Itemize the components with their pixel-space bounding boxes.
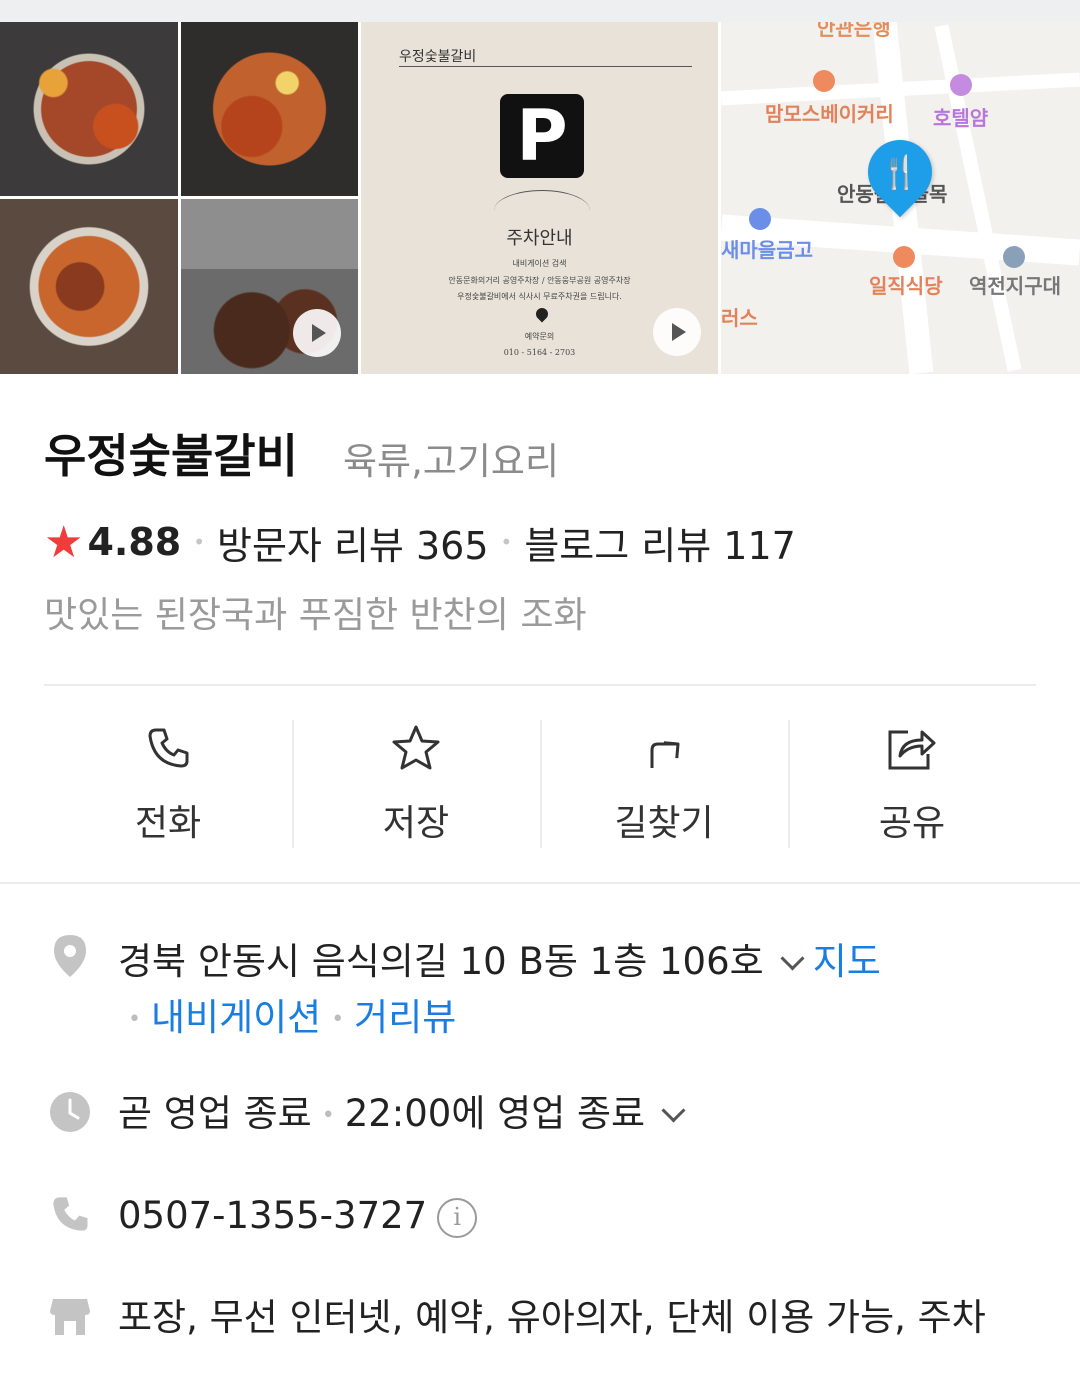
visitor-reviews-link[interactable]: 방문자 리뷰 365 (217, 515, 489, 570)
poster-title: 주차안내 (506, 228, 573, 249)
street-view-link[interactable]: 거리뷰 (354, 996, 456, 1039)
chevron-down-icon[interactable] (780, 946, 805, 971)
police-marker-icon (1003, 246, 1025, 268)
divider (0, 882, 1080, 884)
phone-number[interactable]: 0507-1355-3727 (118, 1194, 427, 1237)
star-outline-icon (392, 725, 440, 770)
phone-icon (148, 728, 189, 768)
parking-poster[interactable]: 우정숯불갈비 P 주차안내 내비게이션 검색 안동문화의거리 공영주차장 / 안… (361, 22, 718, 374)
play-icon[interactable] (293, 309, 341, 357)
parking-icon: P (500, 94, 584, 178)
map-label: 맘모스베이커리 (765, 102, 894, 126)
share-label: 공유 (878, 803, 946, 844)
food-photo-2[interactable] (181, 22, 358, 196)
action-bar: 전화 저장 길찾기 공유 (44, 716, 1036, 851)
separator-dot: • (500, 530, 513, 554)
map-label: 역전지구대 (969, 274, 1061, 298)
blog-reviews-link[interactable]: 블로그 리뷰 117 (524, 515, 796, 570)
play-icon[interactable] (653, 308, 701, 356)
tagline: 맛있는 된장국과 푸짐한 반찬의 조화 (44, 595, 587, 636)
share-icon (888, 730, 936, 770)
location-icon (48, 934, 92, 978)
directions-button[interactable]: 길찾기 (540, 716, 788, 851)
share-button[interactable]: 공유 (788, 716, 1036, 851)
rating-score: 4.88 (87, 520, 182, 564)
poster-line-2: 안동문화의거리 공영주차장 / 안동웅부공원 공영주차장 (448, 276, 631, 285)
call-button[interactable]: 전화 (44, 716, 292, 851)
bakery-marker-icon (813, 70, 835, 92)
turn-arrow-icon (650, 741, 680, 768)
phone-icon (48, 1192, 92, 1236)
place-name: 우정숯불갈비 (44, 429, 298, 483)
divider (44, 684, 1036, 686)
amenities-text: 포장, 무선 인터넷, 예약, 유아의자, 단체 이용 가능, 주차 (118, 1296, 986, 1339)
place-category: 육류,고기요리 (343, 440, 560, 483)
hours-status: 곧 영업 종료 (118, 1092, 312, 1135)
top-strip (0, 0, 1080, 22)
hours-detail: 22:00에 영업 종료 (344, 1092, 646, 1135)
chevron-down-icon[interactable] (661, 1098, 686, 1123)
poster-line-1: 내비게이션 검색 (512, 259, 567, 268)
poster-brand: 우정숯불갈비 (399, 49, 477, 65)
star-icon: ★ (44, 516, 84, 568)
photo-gallery[interactable]: 우정숯불갈비 P 주차안내 내비게이션 검색 안동문화의거리 공영주차장 / 안… (0, 22, 1080, 374)
food-photo-3[interactable] (0, 199, 178, 374)
bullet: • (128, 1006, 141, 1032)
poster-line-3: 우정숯불갈비에서 식사시 무료주차권을 드립니다. (457, 292, 622, 301)
save-button[interactable]: 저장 (292, 716, 540, 851)
bank-marker-icon (749, 208, 771, 230)
amenities-row: 포장, 무선 인터넷, 예약, 유아의자, 단체 이용 가능, 주차 (48, 1294, 986, 1342)
save-label: 저장 (382, 803, 450, 844)
address-text: 경북 안동시 음식의길 10 B동 1층 106호 (118, 940, 764, 983)
map-link[interactable]: 지도 (813, 940, 881, 983)
poster-divider (399, 66, 692, 67)
map-label: 러스 (721, 306, 758, 330)
store-icon (48, 1294, 92, 1338)
bullet: • (331, 1006, 345, 1032)
hotel-marker-icon (950, 74, 972, 96)
location-pin-icon (533, 305, 551, 323)
map-label: 안관은행 (817, 22, 891, 40)
restaurant-marker-icon (893, 246, 915, 268)
restaurant-pin-icon: 🍴 (854, 126, 946, 218)
navigation-link[interactable]: 내비게이션 (151, 996, 321, 1039)
food-photo-1[interactable] (0, 22, 178, 196)
map-label: 새마을금고 (721, 238, 813, 262)
map-label: 일직식당 (869, 274, 943, 298)
rating-row: ★ 4.88 • 방문자 리뷰 365 • 블로그 리뷰 117 (44, 516, 796, 568)
call-label: 전화 (134, 803, 202, 844)
map-label: 호텔얌 (933, 106, 989, 130)
separator-dot: • (193, 530, 206, 554)
directions-label: 길찾기 (614, 803, 714, 844)
food-video-thumb[interactable] (181, 199, 358, 374)
info-icon[interactable]: i (437, 1197, 478, 1238)
hours-row: 곧 영업 종료 • 22:00에 영업 종료 (48, 1090, 694, 1140)
clock-icon (48, 1090, 92, 1134)
address-row: 경북 안동시 음식의길 10 B동 1층 106호 지도 • 내비게이션 • 거리뷰 (48, 934, 881, 1048)
bullet: • (321, 1102, 335, 1128)
phone-row: 0507-1355-3727 i (48, 1192, 478, 1240)
